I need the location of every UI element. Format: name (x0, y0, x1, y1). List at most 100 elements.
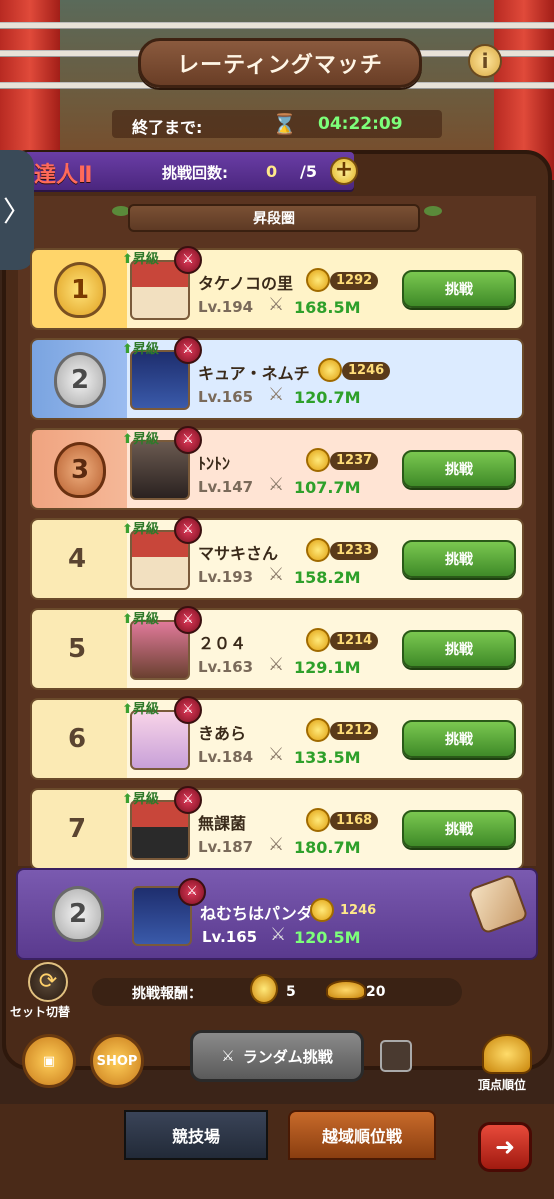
promotion-label: 昇級 (132, 702, 159, 717)
self-rank: 2 (68, 899, 88, 929)
swords-icon: ⚔ (268, 564, 285, 585)
coin-icon (306, 448, 330, 472)
promotion-badge: ⬆昇級 (122, 608, 159, 627)
section-header: 昇段圏 (128, 204, 420, 232)
coin-icon (306, 538, 330, 562)
coin-icon (306, 808, 330, 832)
player-name: キュア・ネムチ (198, 364, 310, 383)
up-arrow-icon: ⬆ (122, 342, 133, 357)
up-arrow-icon: ⬆ (122, 702, 133, 717)
timer-label: 終了まで: (132, 118, 203, 137)
player-level: Lv.193 (198, 568, 254, 586)
player-level: Lv.165 (198, 388, 254, 406)
reward-lamp-count: 20 (366, 984, 386, 1000)
trophy-icon[interactable] (482, 1034, 532, 1074)
table-row: 7 ⬆昇級 ⚔ 無課菌 1168 Lv.187 ⚔ 180.7M 挑戦 (30, 786, 524, 870)
player-level: Lv.184 (198, 748, 254, 766)
player-rating: 1212 (330, 722, 379, 740)
tab-arena[interactable]: 競技場 (124, 1110, 268, 1160)
challenge-button[interactable]: 挑戦 (402, 630, 516, 668)
silver-medal-icon: 2 (54, 352, 106, 408)
lamp-icon (326, 980, 366, 1000)
player-name: 無課菌 (198, 814, 247, 833)
player-power: 129.1M (294, 658, 361, 677)
top-rank-label: 頂点順位 (478, 1078, 527, 1092)
coin-icon (306, 718, 330, 742)
promotion-badge: ⬆昇級 (122, 518, 159, 537)
swords-icon: ⚔ (268, 744, 285, 765)
coin-icon (318, 358, 342, 382)
up-arrow-icon: ⬆ (122, 522, 133, 537)
tries-max: /5 (300, 162, 317, 181)
rank-number: 3 (70, 455, 90, 485)
coin-icon (306, 628, 330, 652)
leaf-decoration (424, 206, 442, 216)
promotion-label: 昇級 (132, 522, 159, 537)
promotion-label: 昇級 (132, 792, 159, 807)
set-switch-label: セット切替 (10, 1005, 71, 1019)
player-power: 180.7M (294, 838, 361, 857)
promotion-badge: ⬆昇級 (122, 698, 159, 717)
tab-cross-ranking[interactable]: 越域順位戦 (288, 1110, 436, 1160)
player-name: タケノコの里 (198, 274, 294, 293)
player-name: きあら (198, 724, 247, 743)
player-rating: 1292 (330, 272, 379, 290)
coin-icon (310, 898, 334, 922)
player-level: Lv.147 (198, 478, 254, 496)
up-arrow-icon: ⬆ (122, 432, 133, 447)
promotion-badge: ⬆昇級 (122, 428, 159, 447)
promotion-label: 昇級 (132, 342, 159, 357)
self-rating: 1246 (340, 903, 377, 918)
info-button[interactable]: i (468, 44, 502, 78)
shop-button[interactable]: SHOP (90, 1034, 144, 1088)
up-arrow-icon: ⬆ (122, 612, 133, 627)
promotion-badge: ⬆昇級 (122, 788, 159, 807)
self-power: 120.5M (294, 928, 361, 947)
swords-icon: ⚔ (268, 834, 285, 855)
swords-icon: ⚔ (268, 474, 285, 495)
auto-checkbox[interactable] (380, 1040, 412, 1072)
player-level: Lv.187 (198, 838, 254, 856)
player-name: ２０４ (198, 634, 247, 653)
player-rating: 1214 (330, 632, 379, 650)
promotion-label: 昇級 (132, 252, 159, 267)
coin-icon (306, 268, 330, 292)
shop-label: SHOP (96, 1053, 138, 1069)
scroll-icon[interactable] (467, 873, 529, 935)
side-panel-toggle[interactable]: 〉 (0, 150, 34, 270)
up-arrow-icon: ⬆ (122, 792, 133, 807)
player-rating: 1168 (330, 812, 379, 830)
promotion-badge: ⬆昇級 (122, 248, 159, 267)
challenge-button[interactable]: 挑戦 (402, 270, 516, 308)
player-name: マサキさん (198, 544, 279, 563)
random-challenge-button[interactable]: ⚔ ランダム挑戦 (190, 1030, 364, 1082)
rank-number: 7 (67, 814, 87, 844)
challenge-button[interactable]: 挑戦 (402, 450, 516, 488)
swords-icon: ⚔ (268, 384, 285, 405)
ring-rope-top (0, 22, 554, 29)
challenge-button[interactable]: 挑戦 (402, 720, 516, 758)
exit-button[interactable]: ➜ (478, 1122, 532, 1172)
up-arrow-icon: ⬆ (122, 252, 133, 267)
treasure-chest-button[interactable]: ▣ (22, 1034, 76, 1088)
tries-label: 挑戦回数: (162, 164, 228, 182)
player-name: ﾄﾝﾄﾝ (198, 454, 231, 473)
chevron-right-icon: 〉 (2, 195, 31, 228)
reward-label: 挑戦報酬： (132, 986, 202, 1002)
set-switch-icon[interactable]: ⟳ (28, 962, 68, 1002)
reward-medal-count: 5 (286, 984, 296, 1000)
challenge-button[interactable]: 挑戦 (402, 810, 516, 848)
tries-count: 0 (266, 162, 278, 181)
player-power: 107.7M (294, 478, 361, 497)
challenge-button[interactable]: 挑戦 (402, 540, 516, 578)
player-rating: 1237 (330, 452, 379, 470)
add-tries-button[interactable]: + (330, 157, 358, 185)
player-rating: 1246 (342, 362, 391, 380)
medal-icon (250, 974, 278, 1004)
rank-number: 6 (67, 724, 87, 754)
exit-icon: ➜ (494, 1133, 516, 1161)
swords-icon: ⚔ (270, 924, 287, 945)
promotion-label: 昇級 (132, 432, 159, 447)
rank-number: 2 (70, 365, 90, 395)
player-power: 133.5M (294, 748, 361, 767)
